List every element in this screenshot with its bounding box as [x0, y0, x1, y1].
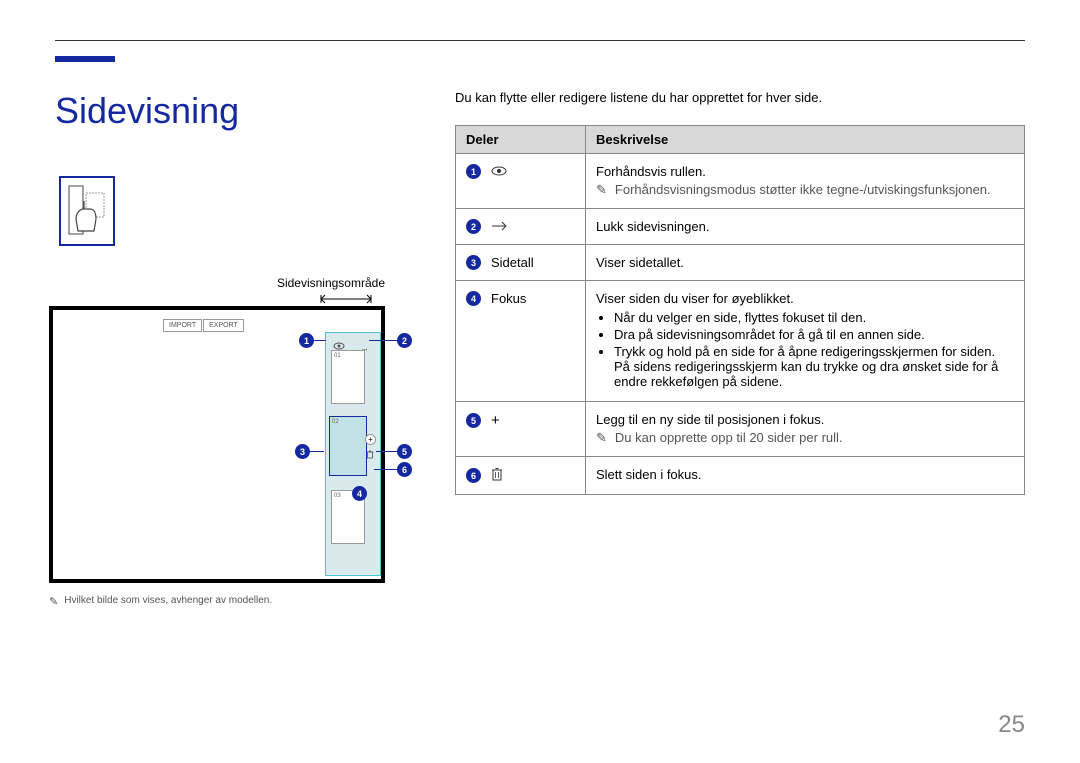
note-icon: ✎: [596, 430, 607, 446]
callout-6: 6: [397, 462, 412, 477]
callout-3: 3: [295, 444, 310, 459]
num-badge: 2: [466, 219, 481, 234]
num-badge: 1: [466, 164, 481, 179]
plus-icon: +: [365, 434, 376, 445]
page-title: Sidevisning: [55, 90, 395, 132]
intro-text: Du kan flytte eller redigere listene du …: [455, 90, 1025, 105]
desc-note: Forhåndsvisningsmodus støtter ikke tegne…: [615, 182, 991, 197]
desc-bullet: Dra på sidevisningsområdet for å gå til …: [614, 327, 1014, 342]
note-icon: ✎: [596, 182, 607, 198]
desc-note: Du kan opprette opp til 20 sider per rul…: [615, 430, 843, 445]
export-button: EXPORT: [203, 319, 244, 332]
parts-cell: 5+: [456, 402, 586, 457]
desc-main: Viser sidetallet.: [596, 255, 1014, 270]
table-row: 4 Fokus Viser siden du viser for øyeblikke…: [456, 281, 1025, 402]
area-label: Sidevisningsområde: [49, 276, 385, 290]
callout-5: 5: [397, 444, 412, 459]
table-row: 6 Slett siden i fokus.: [456, 457, 1025, 495]
desc-main: Legg til en ny side til posisjonen i fok…: [596, 412, 1014, 427]
plus-icon: +: [491, 412, 500, 429]
arrow-right-icon: [491, 219, 509, 234]
parts-cell: 2: [456, 209, 586, 245]
note-icon: ✎: [49, 595, 58, 608]
desc-bullet: Når du velger en side, flyttes fokuset t…: [614, 310, 1014, 325]
screenshot-figure: IMPORT EXPORT → 01: [49, 306, 385, 583]
header-divider: [55, 40, 1025, 41]
measure-arrow: [317, 292, 375, 306]
parts-cell: 6: [456, 457, 586, 495]
desc-main: Forhåndsvis rullen.: [596, 164, 1014, 179]
desc-cell: Legg til en ny side til posisjonen i fok…: [586, 402, 1025, 457]
desc-bullet: Trykk og hold på en side for å åpne redi…: [614, 344, 1014, 389]
touch-gesture-figure: [59, 176, 115, 246]
eye-icon: [491, 164, 507, 179]
num-badge: 3: [466, 255, 481, 270]
trash-icon: [366, 450, 374, 461]
num-badge: 6: [466, 468, 481, 483]
num-badge: 5: [466, 413, 481, 428]
desc-cell: Slett siden i fokus.: [586, 457, 1025, 495]
part-label: Sidetall: [491, 255, 534, 270]
table-row: 1 Forhåndsvis rullen. ✎ Forhåndsvisningsmod…: [456, 154, 1025, 209]
desc-cell: Viser sidetallet.: [586, 245, 1025, 281]
desc-cell: Viser siden du viser for øyeblikket. Når …: [586, 281, 1025, 402]
image-note: ✎ Hvilket bilde som vises, avhenger av m…: [49, 595, 395, 608]
parts-cell: 4 Fokus: [456, 281, 586, 402]
num-badge: 4: [466, 291, 481, 306]
desc-cell: Forhåndsvis rullen. ✎ Forhåndsvisningsmodu…: [586, 154, 1025, 209]
th-parts: Deler: [456, 126, 586, 154]
desc-main: Slett siden i fokus.: [596, 467, 1014, 482]
desc-cell: Lukk sidevisningen.: [586, 209, 1025, 245]
parts-table: Deler Beskrivelse 1Forhåndsvis rullen.✎F…: [455, 125, 1025, 495]
table-row: 5+Legg til en ny side til posisjonen i f…: [456, 402, 1025, 457]
parts-cell: 1: [456, 154, 586, 209]
desc-main: Lukk sidevisningen.: [596, 219, 1014, 234]
table-row: 3 Sidetall Viser sidetallet.: [456, 245, 1025, 281]
callout-4: 4: [352, 486, 367, 501]
part-label: Fokus: [491, 291, 526, 306]
desc-main: Viser siden du viser for øyeblikket.: [596, 291, 1014, 306]
table-row: 2 Lukk sidevisningen.: [456, 209, 1025, 245]
callout-2: 2: [397, 333, 412, 348]
th-desc: Beskrivelse: [586, 126, 1025, 154]
callout-1: 1: [299, 333, 314, 348]
page-number: 25: [998, 711, 1025, 739]
import-button: IMPORT: [163, 319, 202, 332]
parts-cell: 3 Sidetall: [456, 245, 586, 281]
header-tab-indicator: [55, 56, 115, 62]
trash-icon: [491, 467, 503, 484]
